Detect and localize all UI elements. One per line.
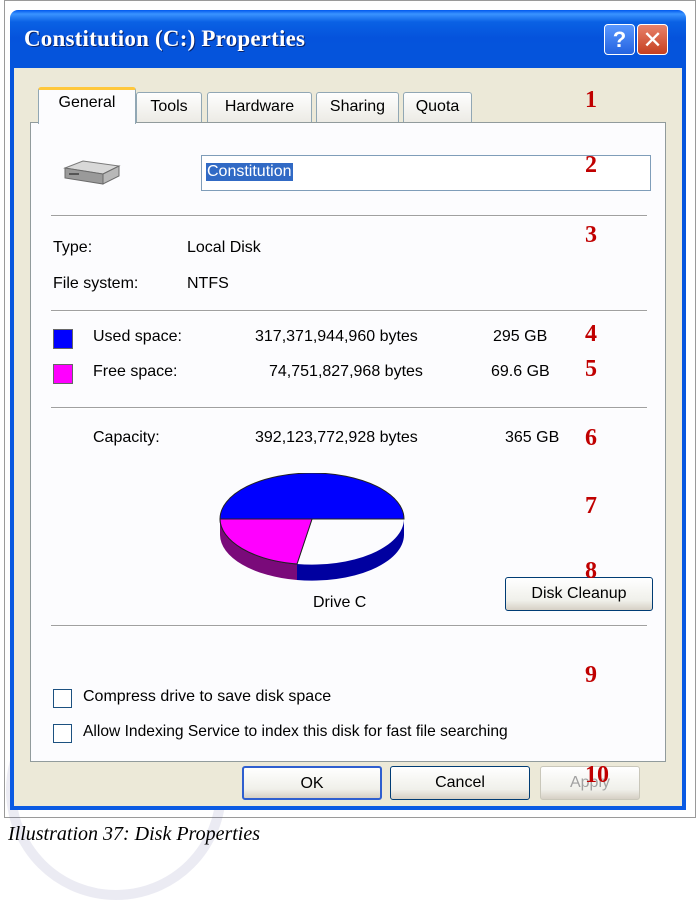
- annotation-1: 1: [585, 87, 597, 113]
- window-title: Constitution (C:) Properties: [24, 26, 306, 51]
- indexing-checkbox[interactable]: [53, 724, 72, 743]
- drive-name-input[interactable]: Constitution: [201, 155, 651, 191]
- annotation-7: 7: [585, 493, 597, 519]
- filesystem-value: NTFS: [187, 275, 229, 292]
- annotation-2: 2: [585, 152, 597, 178]
- tab-tools[interactable]: Tools: [136, 92, 202, 122]
- hard-drive-icon: [63, 160, 121, 185]
- used-space-label: Used space:: [93, 328, 182, 345]
- general-panel: Constitution Type: Local Disk File syste…: [30, 122, 666, 762]
- free-space-label: Free space:: [93, 363, 178, 380]
- used-space-swatch: [53, 329, 73, 349]
- capacity-size: 365 GB: [505, 429, 560, 446]
- compress-label[interactable]: Compress drive to save disk space: [83, 688, 331, 706]
- annotation-6: 6: [585, 425, 597, 451]
- dialog-body: General Tools Hardware Sharing Quota Con…: [14, 68, 682, 806]
- capacity-bytes: 392,123,772,928 bytes: [255, 429, 418, 446]
- annotation-4: 4: [585, 321, 597, 347]
- compress-checkbox[interactable]: [53, 689, 72, 708]
- tab-general[interactable]: General: [38, 87, 136, 124]
- tab-quota[interactable]: Quota: [403, 92, 472, 122]
- annotation-9: 9: [585, 662, 597, 688]
- tab-hardware[interactable]: Hardware: [207, 92, 312, 122]
- free-space-size: 69.6 GB: [491, 363, 550, 380]
- annotation-8: 8: [585, 558, 597, 584]
- used-space-side: [297, 519, 404, 581]
- title-bar[interactable]: Constitution (C:) Properties ? ✕: [10, 10, 686, 68]
- filesystem-label: File system:: [53, 275, 139, 292]
- figure-caption: Illustration 37: Disk Properties: [8, 823, 261, 845]
- used-space-bytes: 317,371,944,960 bytes: [255, 328, 418, 345]
- close-button[interactable]: ✕: [637, 24, 668, 55]
- tab-strip: General Tools Hardware Sharing Quota: [14, 68, 682, 124]
- capacity-label: Capacity:: [93, 429, 160, 446]
- annotation-5: 5: [585, 356, 597, 382]
- divider: [51, 625, 647, 627]
- tab-sharing[interactable]: Sharing: [316, 92, 399, 122]
- help-button[interactable]: ?: [604, 24, 635, 55]
- divider: [51, 310, 647, 312]
- cancel-button[interactable]: Cancel: [390, 766, 530, 800]
- ok-button[interactable]: OK: [242, 766, 382, 800]
- properties-dialog: Constitution (C:) Properties ? ✕ General…: [10, 10, 686, 810]
- type-value: Local Disk: [187, 239, 261, 256]
- free-space-swatch: [53, 364, 73, 384]
- disk-cleanup-button[interactable]: Disk Cleanup: [505, 577, 653, 611]
- indexing-label[interactable]: Allow Indexing Service to index this dis…: [83, 723, 508, 741]
- annotation-3: 3: [585, 222, 597, 248]
- used-space-size: 295 GB: [493, 328, 548, 345]
- divider: [51, 407, 647, 409]
- drive-label: Drive C: [313, 594, 367, 611]
- disk-usage-pie-chart: [219, 473, 405, 581]
- free-space-bytes: 74,751,827,968 bytes: [269, 363, 423, 380]
- annotation-10: 10: [585, 762, 609, 788]
- drive-name-value: Constitution: [206, 163, 293, 181]
- type-label: Type:: [53, 239, 93, 256]
- divider: [51, 215, 647, 217]
